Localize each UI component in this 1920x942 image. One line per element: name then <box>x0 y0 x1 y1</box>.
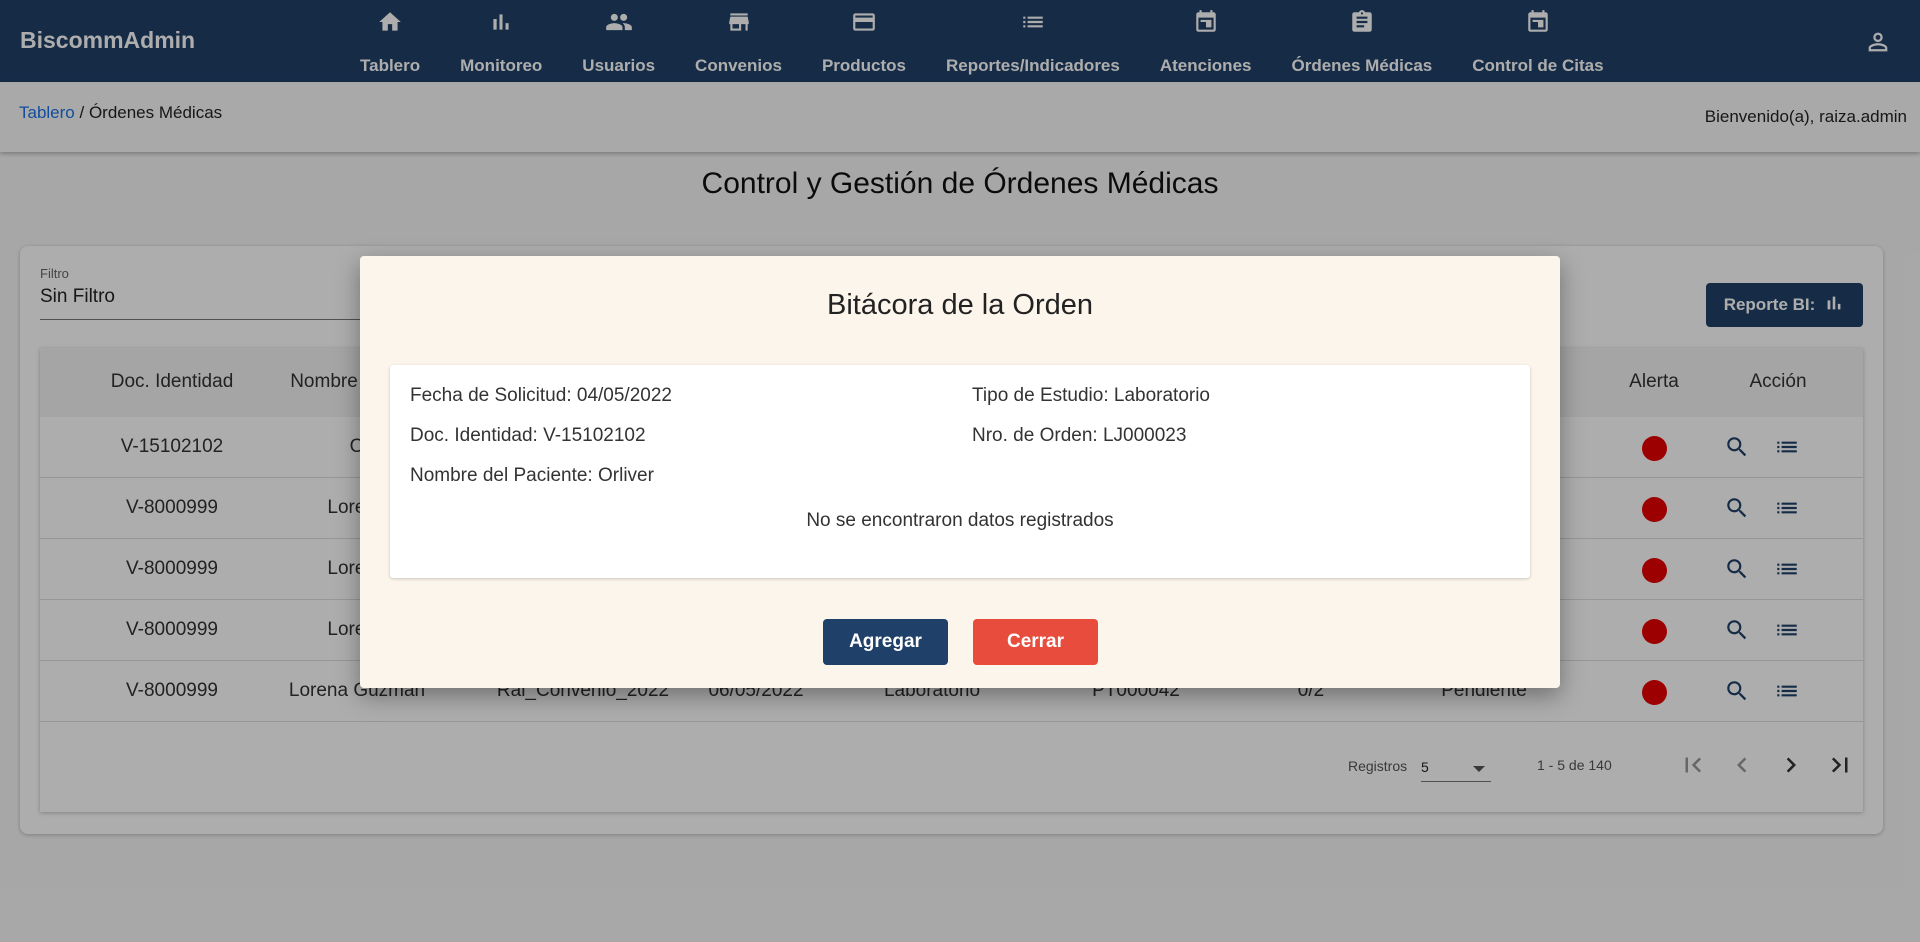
field-nro-orden: Nro. de Orden: LJ000023 <box>972 425 1187 446</box>
field-doc-identidad: Doc. Identidad: V-15102102 <box>410 425 646 446</box>
order-details-panel: Fecha de Solicitud: 04/05/2022 Tipo de E… <box>390 365 1530 578</box>
order-log-dialog: Bitácora de la Orden Fecha de Solicitud:… <box>360 256 1560 688</box>
empty-state-message: No se encontraron datos registrados <box>806 510 1114 531</box>
close-button[interactable]: Cerrar <box>973 619 1098 665</box>
field-fecha-solicitud: Fecha de Solicitud: 04/05/2022 <box>410 385 672 406</box>
dialog-title: Bitácora de la Orden <box>827 289 1093 321</box>
field-tipo-estudio: Tipo de Estudio: Laboratorio <box>972 385 1211 406</box>
add-button[interactable]: Agregar <box>823 619 948 665</box>
field-nombre-paciente: Nombre del Paciente: Orliver <box>410 465 654 486</box>
